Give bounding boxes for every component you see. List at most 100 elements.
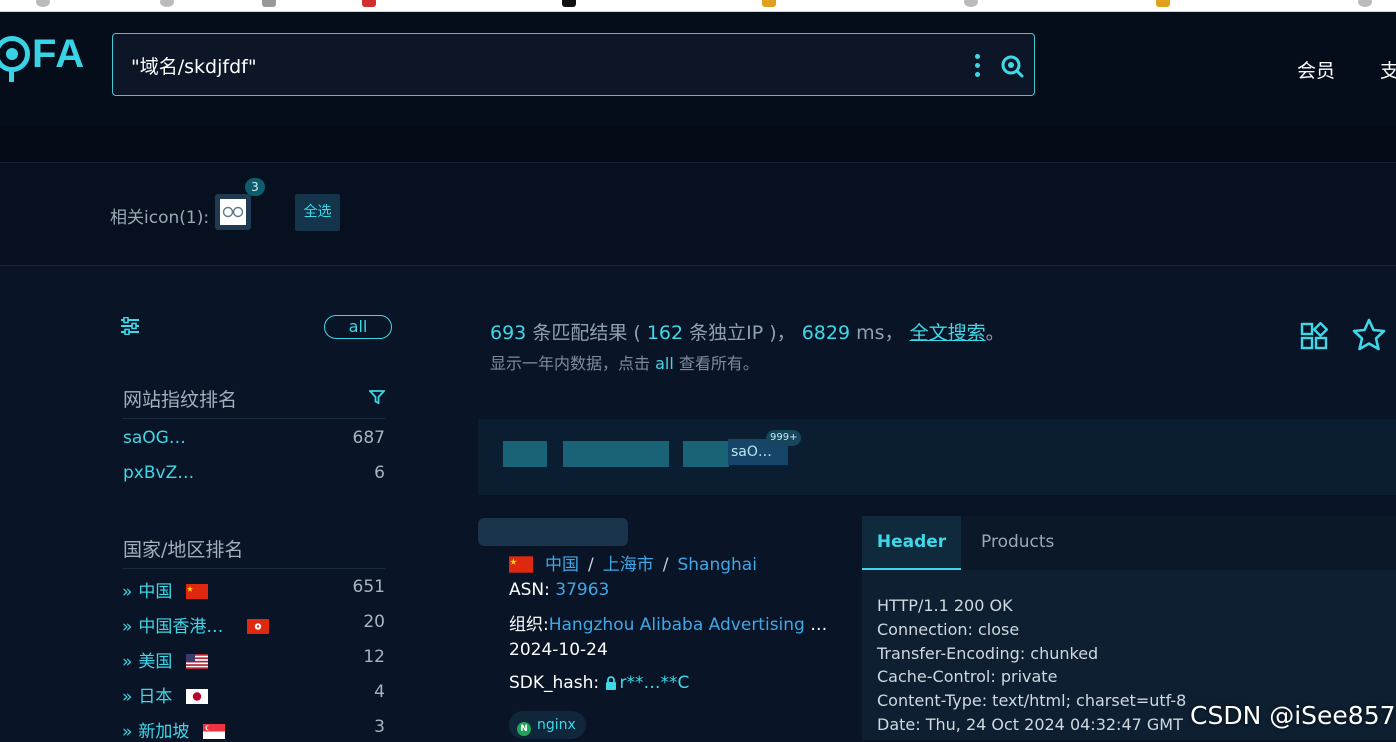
related-icon-bar: 相关icon(1): 3 全选 bbox=[0, 163, 1396, 266]
tab-header[interactable]: Header bbox=[862, 516, 961, 570]
asn-link[interactable]: 37963 bbox=[555, 580, 609, 600]
double-chevron-icon: » bbox=[122, 687, 133, 707]
fulltext-search-link[interactable]: 全文搜索 bbox=[910, 322, 986, 344]
redacted-host bbox=[503, 441, 547, 467]
country-name[interactable]: 中国 bbox=[138, 582, 172, 602]
more-options-icon[interactable] bbox=[975, 54, 981, 78]
time-label: ms， bbox=[856, 322, 904, 344]
total-count: 693 bbox=[490, 322, 527, 344]
country-rank-title: 国家/地区排名 bbox=[123, 539, 244, 561]
country-name[interactable]: 中国香港… bbox=[138, 617, 223, 637]
bookmark-favicon[interactable] bbox=[1156, 0, 1170, 7]
country-name[interactable]: 日本 bbox=[138, 687, 172, 707]
header-line: Connection: close bbox=[877, 620, 1020, 639]
location-line: 中国 / 上海市 / Shanghai bbox=[509, 550, 757, 575]
separator: / bbox=[662, 555, 669, 575]
divider bbox=[123, 568, 385, 569]
usa-flag-icon bbox=[185, 654, 208, 669]
sub-suffix: 查看所有。 bbox=[678, 354, 759, 373]
search-box[interactable]: "域名/skdjfdf" bbox=[112, 33, 1035, 96]
all-toggle-button[interactable]: all bbox=[324, 315, 392, 339]
header-band bbox=[0, 126, 1396, 163]
select-all-button[interactable]: 全选 bbox=[295, 194, 340, 231]
result-subtitle: 显示一年内数据，点击 all 查看所有。 bbox=[490, 350, 759, 374]
province-link[interactable]: 上海市 bbox=[603, 555, 654, 575]
country-count: 3 bbox=[374, 717, 385, 737]
related-favicon[interactable] bbox=[215, 194, 251, 230]
tag-count-badge: 999+ bbox=[766, 430, 802, 446]
show-all-link[interactable]: all bbox=[655, 354, 674, 373]
filter-funnel-icon[interactable] bbox=[369, 389, 385, 405]
period: 。 bbox=[985, 322, 1005, 344]
nav-member-link[interactable]: 会员 bbox=[1297, 56, 1335, 83]
tab-products[interactable]: Products bbox=[981, 516, 1054, 568]
country-count: 651 bbox=[352, 577, 385, 597]
fingerprint-count: 6 bbox=[374, 463, 385, 483]
singapore-flag-icon bbox=[202, 724, 225, 739]
fofa-logo[interactable]: FA bbox=[0, 28, 86, 82]
country-row[interactable]: » 中国 651 bbox=[122, 577, 385, 602]
layout-grid-icon[interactable] bbox=[1300, 322, 1328, 350]
result-date: 2024-10-24 bbox=[509, 640, 608, 660]
city-link[interactable]: Shanghai bbox=[677, 555, 756, 575]
header-line: Cache-Control: private bbox=[877, 667, 1058, 686]
header-line: Date: Thu, 24 Oct 2024 04:32:47 GMT bbox=[877, 715, 1183, 734]
sdk-hash-line: SDK_hash: r**…**C bbox=[509, 673, 829, 693]
separator: / bbox=[588, 555, 594, 575]
fingerprint-row[interactable]: pxBvZ… 6 bbox=[123, 463, 385, 483]
country-name[interactable]: 美国 bbox=[138, 652, 172, 672]
asn-line: ASN: 37963 bbox=[509, 580, 829, 600]
org-line: 组织:Hangzhou Alibaba Advertising C… bbox=[509, 610, 829, 635]
server-name: nginx bbox=[537, 717, 576, 733]
country-row[interactable]: » 日本 4 bbox=[122, 682, 385, 707]
country-count: 12 bbox=[363, 647, 385, 667]
lock-icon bbox=[605, 676, 616, 690]
sdk-hash-value[interactable]: r**…**C bbox=[620, 673, 690, 693]
china-flag-icon bbox=[509, 556, 533, 573]
bookmark-favicon[interactable] bbox=[160, 0, 174, 7]
bookmark-favicon[interactable] bbox=[964, 0, 978, 7]
bookmark-favicon[interactable] bbox=[1358, 0, 1372, 7]
result-summary: 693 条匹配结果 ( 162 条独立IP )， 6829 ms， 全文搜索。 bbox=[490, 318, 1005, 345]
fingerprint-row[interactable]: saOG… 687 bbox=[123, 428, 385, 448]
hong-kong-flag-icon bbox=[246, 619, 269, 634]
total-label: 条匹配结果 ( bbox=[532, 322, 641, 344]
bookmark-favicon[interactable] bbox=[36, 0, 50, 7]
sub-prefix: 显示一年内数据，点击 bbox=[490, 354, 651, 373]
org-label: 组织: bbox=[509, 615, 549, 635]
bookmark-favicon[interactable] bbox=[762, 0, 776, 7]
double-chevron-icon: » bbox=[122, 722, 133, 742]
country-row[interactable]: » 新加坡 3 bbox=[122, 717, 385, 742]
nav-more-link[interactable]: 支 bbox=[1380, 56, 1396, 83]
country-name[interactable]: 新加坡 bbox=[138, 722, 189, 742]
country-row[interactable]: » 美国 12 bbox=[122, 647, 385, 672]
redacted-host bbox=[683, 441, 729, 467]
logo-ring-icon bbox=[0, 36, 30, 72]
search-icon[interactable] bbox=[1000, 54, 1024, 78]
country-link[interactable]: 中国 bbox=[545, 555, 579, 575]
nginx-icon: N bbox=[517, 722, 531, 736]
server-tag[interactable]: Nnginx bbox=[509, 711, 586, 739]
search-input[interactable]: "域名/skdjfdf" bbox=[131, 52, 257, 79]
header-line: Content-Type: text/html; charset=utf-8 bbox=[877, 691, 1187, 710]
csdn-watermark: CSDN @iSee857 bbox=[1190, 701, 1396, 730]
bookmark-favicon[interactable] bbox=[362, 0, 376, 7]
country-count: 4 bbox=[374, 682, 385, 702]
logo-text: FA bbox=[32, 31, 86, 76]
star-icon[interactable] bbox=[1352, 318, 1386, 352]
double-chevron-icon: » bbox=[122, 617, 133, 637]
china-flag-icon bbox=[185, 584, 208, 599]
country-row[interactable]: » 中国香港… 20 bbox=[122, 612, 385, 637]
fingerprint-name[interactable]: pxBvZ… bbox=[123, 463, 194, 483]
org-link[interactable]: Hangzhou Alibaba Advertising C… bbox=[549, 615, 829, 635]
divider bbox=[123, 418, 385, 419]
fingerprint-name[interactable]: saOG… bbox=[123, 428, 186, 448]
asn-label: ASN: bbox=[509, 580, 550, 600]
double-chevron-icon: » bbox=[122, 652, 133, 672]
bookmark-favicon[interactable] bbox=[262, 0, 276, 7]
sidebar: all 网站指纹排名 saOG… 687 pxBvZ… 6 国家/地区排名 » 中… bbox=[110, 265, 400, 742]
filter-settings-icon[interactable] bbox=[120, 317, 140, 335]
bookmark-favicon[interactable] bbox=[562, 0, 576, 7]
glasses-icon bbox=[222, 206, 244, 218]
japan-flag-icon bbox=[185, 689, 208, 704]
